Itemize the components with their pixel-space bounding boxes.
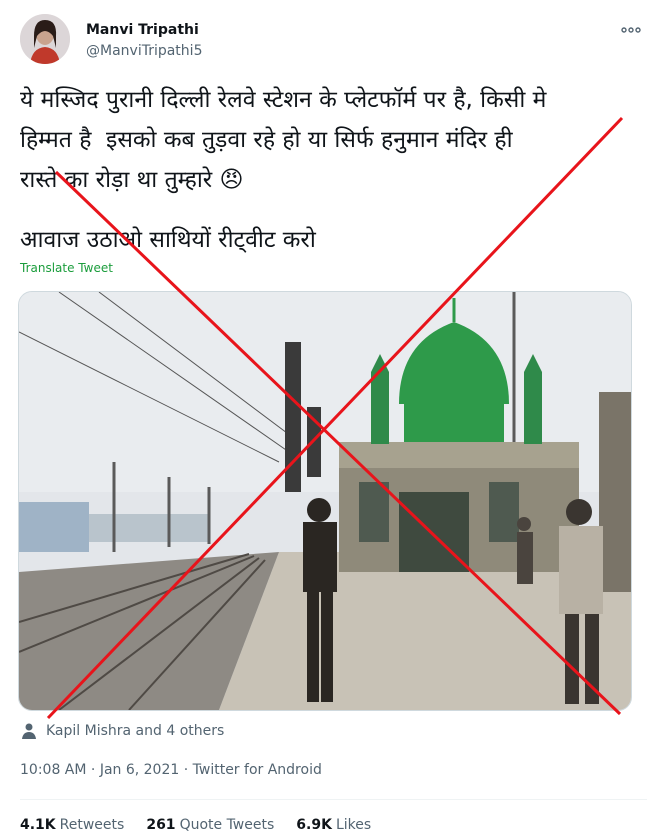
likes-label: Likes	[335, 817, 372, 833]
avatar-image	[20, 14, 70, 64]
tweet-date[interactable]: Jan 6, 2021	[100, 762, 179, 778]
display-name[interactable]: Manvi Tripathi	[86, 20, 202, 40]
translate-tweet-link[interactable]: Translate Tweet	[20, 258, 113, 278]
retweets-stat[interactable]: 4.1K Retweets	[20, 815, 124, 835]
avatar[interactable]	[20, 14, 70, 64]
mosque-platform-photo	[19, 292, 631, 710]
tweet-media-image[interactable]	[18, 291, 632, 711]
quote-tweets-count: 261	[146, 817, 176, 833]
tweet-line: हिम्मत है इसको कब तुड़वा रहे हो या सिर्फ…	[20, 127, 513, 153]
tweet-line: आवाज उठाओ साथियों रीट्वीट करो	[20, 227, 316, 253]
meta-separator: ·	[86, 762, 100, 778]
person-icon	[22, 723, 36, 739]
divider	[20, 799, 647, 800]
retweets-label: Retweets	[59, 817, 125, 833]
tagged-users-label: Kapil Mishra and 4 others	[46, 723, 225, 739]
tweet-line: रास्ते का रोड़ा था तुम्हारे 😠	[20, 167, 244, 193]
tweet-meta: 10:08 AM · Jan 6, 2021 · Twitter for And…	[20, 760, 322, 780]
tweet-header: Manvi Tripathi @ManviTripathi5	[20, 14, 647, 70]
likes-stat[interactable]: 6.9K Likes	[296, 815, 371, 835]
tweet-text: ये मस्जिद पुरानी दिल्ली रेलवे स्टेशन के …	[20, 80, 650, 260]
tweet-line	[20, 200, 650, 220]
more-options-icon[interactable]	[619, 18, 643, 42]
retweets-count: 4.1K	[20, 817, 56, 833]
tweet-source[interactable]: Twitter for Android	[193, 762, 322, 778]
user-handle[interactable]: @ManviTripathi5	[86, 41, 202, 61]
likes-count: 6.9K	[296, 817, 332, 833]
tagged-users[interactable]: Kapil Mishra and 4 others	[20, 720, 224, 742]
quote-tweets-label: Quote Tweets	[179, 817, 275, 833]
tweet-time[interactable]: 10:08 AM	[20, 762, 86, 778]
engagement-stats: 4.1K Retweets 261 Quote Tweets 6.9K Likes	[20, 815, 371, 835]
quote-tweets-stat[interactable]: 261 Quote Tweets	[146, 815, 274, 835]
tweet-line: ये मस्जिद पुरानी दिल्ली रेलवे स्टेशन के …	[20, 87, 547, 113]
meta-separator: ·	[179, 762, 193, 778]
